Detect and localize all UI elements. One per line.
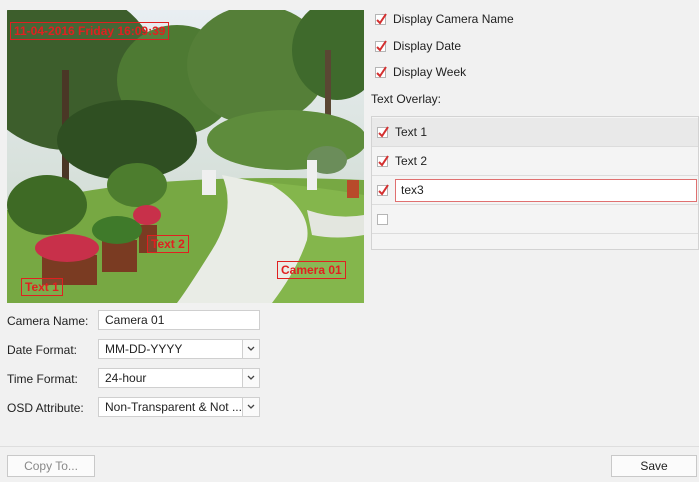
checkmark-icon: [376, 66, 387, 78]
osd-datetime[interactable]: 11-04-2016 Friday 16:09:39: [10, 22, 170, 40]
display-camera-name-checkbox[interactable]: [375, 13, 387, 25]
checkmark-icon: [376, 40, 387, 52]
display-date-checkbox[interactable]: [375, 40, 387, 52]
checkmark-icon: [376, 13, 387, 25]
time-format-value: 24-hour: [105, 371, 147, 385]
checkmark-icon: [378, 126, 389, 138]
overlay-row[interactable]: tex3: [372, 176, 698, 205]
overlay-text-input[interactable]: tex3: [395, 179, 697, 202]
display-week-label: Display Week: [393, 65, 467, 79]
time-format-select[interactable]: 24-hour: [98, 368, 260, 388]
text-overlay-title: Text Overlay:: [371, 92, 442, 106]
overlay-row-text[interactable]: Text 1: [395, 125, 427, 139]
overlay-row[interactable]: [372, 205, 698, 234]
osd-text-2[interactable]: Text 2: [147, 235, 189, 253]
chevron-down-icon[interactable]: [242, 369, 259, 387]
date-format-value: MM-DD-YYYY: [105, 342, 183, 356]
overlay-row-checkbox[interactable]: [377, 126, 389, 138]
overlay-row-checkbox[interactable]: [377, 214, 388, 225]
display-week-checkbox[interactable]: [375, 66, 387, 78]
overlay-row-checkbox[interactable]: [377, 184, 389, 196]
camera-preview[interactable]: 11-04-2016 Friday 16:09:39 Text 2 Text 1…: [7, 10, 364, 303]
chevron-down-icon[interactable]: [242, 340, 259, 358]
checkmark-icon: [378, 184, 389, 196]
osd-text-1[interactable]: Text 1: [21, 278, 63, 296]
display-date-label: Display Date: [393, 39, 462, 53]
text-overlay-list: Text 1 Text 2 tex3: [371, 116, 699, 250]
save-button[interactable]: Save: [611, 455, 697, 477]
scene-image: [7, 10, 364, 303]
date-format-select[interactable]: MM-DD-YYYY: [98, 339, 260, 359]
osd-camera-name[interactable]: Camera 01: [277, 261, 346, 279]
camera-name-label: Camera Name:: [7, 314, 89, 328]
camera-name-input[interactable]: Camera 01: [98, 310, 260, 330]
overlay-row-text[interactable]: Text 2: [395, 154, 427, 168]
checkmark-icon: [378, 155, 389, 167]
osd-attribute-value: Non-Transparent & Not ...: [105, 400, 242, 414]
osd-attribute-select[interactable]: Non-Transparent & Not ...: [98, 397, 260, 417]
bottom-divider: [0, 446, 699, 447]
date-format-label: Date Format:: [7, 343, 78, 357]
chevron-down-icon[interactable]: [242, 398, 259, 416]
display-camera-name-label: Display Camera Name: [393, 12, 514, 26]
osd-attribute-label: OSD Attribute:: [7, 401, 84, 415]
overlay-row[interactable]: Text 2: [372, 147, 698, 176]
copy-to-button[interactable]: Copy To...: [7, 455, 95, 477]
overlay-row[interactable]: Text 1: [372, 118, 698, 147]
time-format-label: Time Format:: [7, 372, 78, 386]
overlay-row-checkbox[interactable]: [377, 155, 389, 167]
